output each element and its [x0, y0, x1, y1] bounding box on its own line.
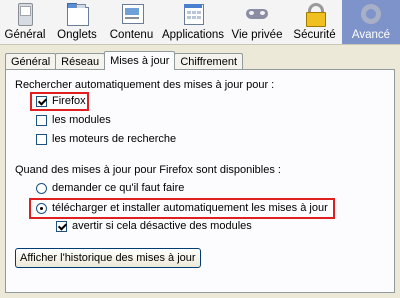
- general-icon: [13, 2, 37, 26]
- modules-label: les modules: [52, 114, 111, 126]
- pane-security-button[interactable]: Sécurité: [287, 0, 342, 44]
- warn-modules-label: avertir si cela désactive des modules: [72, 220, 252, 232]
- pane-advanced-label: Avancé: [351, 29, 391, 41]
- padlock-icon: [303, 2, 327, 27]
- tab-network[interactable]: Réseau: [55, 53, 106, 70]
- pane-tabs-button[interactable]: Onglets: [50, 0, 104, 44]
- search-engines-label: les moteurs de recherche: [52, 133, 177, 145]
- preferences-toolbar: Général Onglets Contenu Applications Vie…: [0, 0, 400, 45]
- advanced-tabs: Général Réseau Mises à jour Chiffrement: [5, 51, 244, 70]
- pane-advanced-button[interactable]: Avancé: [342, 0, 400, 44]
- show-update-history-button[interactable]: Afficher l'historique des mises à jour: [15, 248, 201, 268]
- search-updates-heading: Rechercher automatiquement des mises à j…: [15, 79, 275, 91]
- pane-general-button[interactable]: Général: [0, 0, 50, 44]
- auto-install-label: télécharger et installer automatiquement…: [52, 202, 328, 214]
- privacy-mask-icon: [245, 2, 269, 26]
- pane-general-label: Général: [4, 29, 46, 41]
- pane-applications-label: Applications: [161, 29, 224, 41]
- pane-applications-button[interactable]: Applications: [159, 0, 227, 44]
- pane-content-label: Contenu: [109, 29, 154, 41]
- content-icon: [120, 2, 144, 26]
- when-available-heading: Quand des mises à jour pour Firefox sont…: [15, 164, 281, 176]
- tab-general[interactable]: Général: [5, 53, 57, 70]
- search-engines-checkbox[interactable]: [36, 134, 47, 145]
- pane-privacy-button[interactable]: Vie privée: [227, 0, 287, 44]
- modules-checkbox[interactable]: [36, 115, 47, 126]
- pane-privacy-label: Vie privée: [231, 29, 283, 41]
- ask-radio[interactable]: [36, 183, 47, 194]
- gear-icon: [359, 2, 383, 26]
- tab-encryption[interactable]: Chiffrement: [174, 53, 244, 70]
- warn-modules-checkbox[interactable]: [56, 221, 67, 232]
- auto-install-radio[interactable]: [36, 203, 47, 214]
- pane-security-label: Sécurité: [293, 29, 336, 41]
- ask-label: demander ce qu'il faut faire: [52, 182, 185, 194]
- firefox-label: Firefox: [52, 95, 86, 107]
- pane-content-button[interactable]: Contenu: [104, 0, 159, 44]
- tab-updates[interactable]: Mises à jour: [104, 51, 176, 70]
- applications-icon: [181, 2, 205, 26]
- pane-tabs-label: Onglets: [57, 29, 97, 41]
- firefox-checkbox[interactable]: [36, 96, 47, 107]
- tabs-icon: [65, 2, 89, 26]
- updates-panel: Rechercher automatiquement des mises à j…: [5, 69, 395, 293]
